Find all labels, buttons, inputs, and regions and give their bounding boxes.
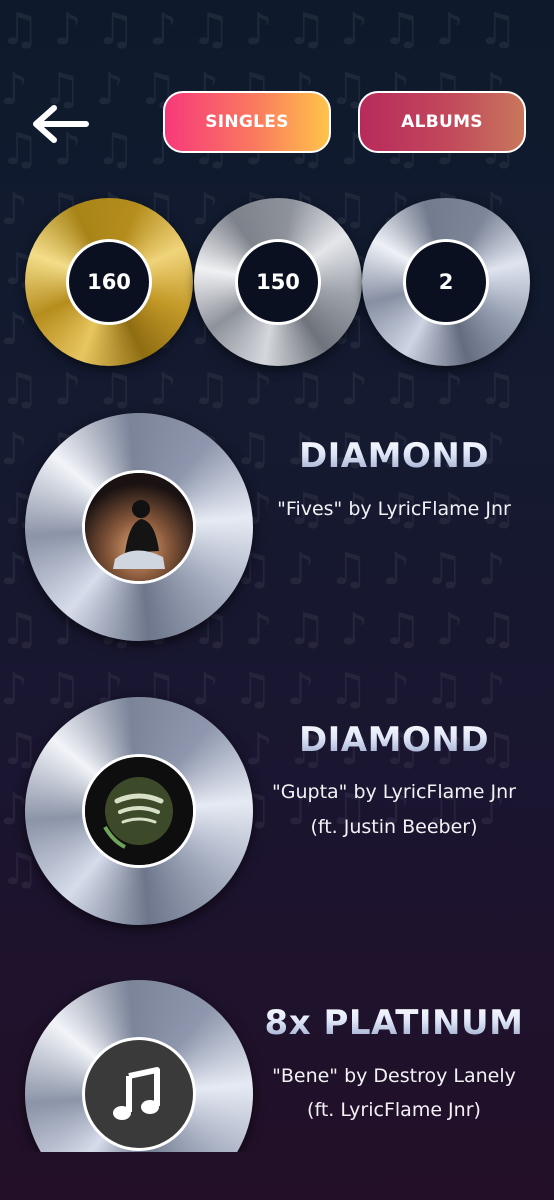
record-disc-gupta[interactable] (25, 697, 253, 925)
tab-albums-label: ALBUMS (401, 112, 483, 132)
stat-disc-silver[interactable]: 150 (194, 198, 362, 366)
record-featuring-line: (ft. Justin Beeber) (310, 816, 478, 838)
album-art-fives (82, 470, 196, 584)
stat-count-silver: 150 (235, 239, 321, 325)
record-certification: DIAMOND (244, 720, 544, 760)
music-note-icon (113, 1067, 160, 1120)
back-button[interactable] (30, 104, 90, 144)
record-certification: 8x PLATINUM (244, 1003, 544, 1043)
record-title-line: "Gupta" by LyricFlame Jnr (272, 781, 516, 803)
arrow-left-icon (33, 105, 89, 143)
album-art-gupta (82, 754, 196, 868)
album-art-placeholder (82, 1037, 196, 1151)
record-title-line: "Fives" by LyricFlame Jnr (277, 498, 511, 520)
stat-disc-platinum[interactable]: 2 (362, 198, 530, 366)
record-featuring-line: (ft. LyricFlame Jnr) (307, 1099, 481, 1121)
record-disc-bene[interactable] (25, 980, 253, 1152)
tab-singles[interactable]: SINGLES (163, 91, 331, 153)
record-title-line: "Bene" by Destroy Lanely (272, 1065, 516, 1087)
record-disc-fives[interactable] (25, 413, 253, 641)
stat-count-platinum: 2 (403, 239, 489, 325)
tab-albums[interactable]: ALBUMS (358, 91, 526, 153)
record-certification: DIAMOND (244, 436, 544, 476)
stat-count-gold: 160 (66, 239, 152, 325)
stat-disc-gold[interactable]: 160 (25, 198, 193, 366)
tab-singles-label: SINGLES (205, 112, 289, 132)
